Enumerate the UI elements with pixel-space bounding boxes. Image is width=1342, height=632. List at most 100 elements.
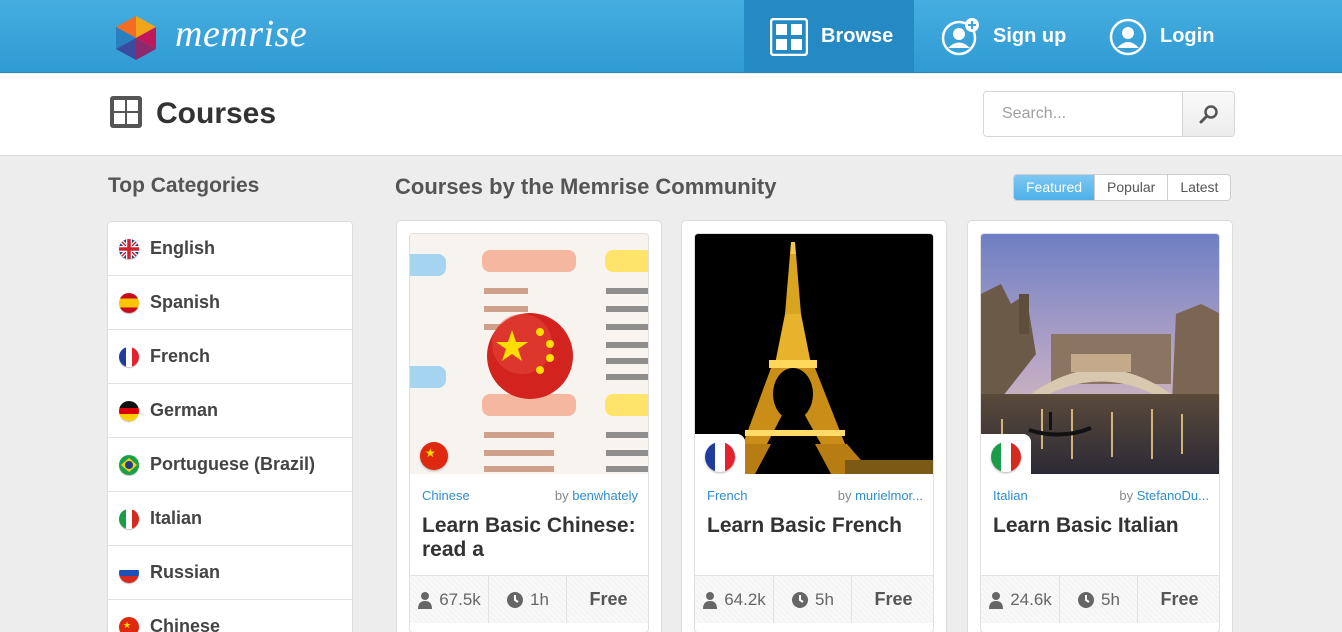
person-icon (418, 591, 433, 609)
sidebar-item-label: Italian (150, 508, 203, 528)
course-duration: 5h (1060, 576, 1138, 623)
grid-icon (770, 17, 808, 56)
svg-text:★: ★ (425, 446, 436, 460)
sidebar-title: Top Categories (108, 174, 260, 197)
search-input[interactable] (984, 92, 1183, 136)
course-stats: 67.5k 1h Free (410, 575, 648, 623)
course-duration-value: 1h (530, 589, 549, 609)
sidebar-item-label: Portuguese (Brazil) (150, 454, 316, 474)
china-flag-icon: ★ (119, 616, 139, 632)
course-card-body: Italian by StefanoDu... Learn Basic Ital… (980, 233, 1220, 632)
nav-browse[interactable]: Browse (744, 0, 914, 73)
author-link[interactable]: StefanoDu... (1137, 488, 1209, 503)
learner-count-value: 67.5k (439, 589, 481, 609)
italy-flag-icon (119, 508, 139, 529)
sidebar-item-italian[interactable]: Italian (108, 492, 352, 546)
search-box (983, 91, 1235, 137)
svg-text:★: ★ (123, 621, 131, 631)
course-title[interactable]: Learn Basic Italian (993, 514, 1209, 538)
course-price: Free (1160, 589, 1199, 609)
sidebar-item-chinese[interactable]: ★ Chinese (108, 600, 352, 632)
person-icon (989, 591, 1004, 609)
course-card-french[interactable]: French by murielmor... Learn Basic Frenc… (681, 220, 947, 632)
nav-signup-label: Sign up (993, 25, 1067, 47)
course-duration-value: 5h (1101, 589, 1120, 609)
course-flag-badge (695, 434, 745, 474)
course-duration: 1h (489, 576, 567, 623)
course-duration-value: 5h (815, 589, 834, 609)
person-icon (703, 591, 718, 609)
brazil-flag-icon (119, 454, 139, 475)
course-meta: Chinese by benwhately (422, 488, 638, 503)
uk-flag-icon (119, 238, 139, 259)
course-author: by benwhately (555, 488, 638, 503)
china-flag-icon: ★ (420, 442, 448, 470)
courses-grid-icon (110, 96, 142, 128)
clock-icon (1078, 591, 1095, 608)
top-navigation-bar: memrise Browse Sign up Login (0, 0, 1342, 73)
tab-latest[interactable]: Latest (1167, 175, 1230, 200)
course-meta: Italian by StefanoDu... (993, 488, 1209, 503)
clock-icon (507, 591, 524, 608)
add-user-icon (941, 17, 979, 55)
learner-count-value: 64.2k (724, 589, 766, 609)
sidebar-item-french[interactable]: French (108, 330, 352, 384)
page-title: Courses (156, 97, 277, 130)
search-button[interactable] (1182, 92, 1234, 136)
course-category-link[interactable]: Chinese (422, 488, 470, 503)
course-flag-badge: ★ (410, 434, 460, 474)
sidebar-item-russian[interactable]: Russian (108, 546, 352, 600)
sidebar-item-label: Spanish (150, 292, 221, 312)
nav-signup[interactable]: Sign up (940, 0, 1066, 73)
russia-flag-icon (119, 562, 139, 583)
nav-login[interactable]: Login (1109, 0, 1214, 73)
course-meta: French by murielmor... (707, 488, 923, 503)
user-icon (1109, 18, 1147, 55)
author-link[interactable]: benwhately (572, 488, 638, 503)
course-category-link[interactable]: Italian (993, 488, 1028, 503)
course-duration: 5h (774, 576, 852, 623)
nav-login-label: Login (1160, 25, 1215, 47)
germany-flag-icon (119, 400, 139, 421)
course-author: by StefanoDu... (1119, 488, 1209, 503)
course-title[interactable]: Learn Basic Chinese: read a (422, 514, 638, 562)
course-flag-badge (981, 434, 1031, 474)
tab-popular[interactable]: Popular (1094, 175, 1167, 200)
course-card-italian[interactable]: Italian by StefanoDu... Learn Basic Ital… (967, 220, 1233, 632)
course-card-body: ★ Chinese by benwhately Learn Basic Chin… (409, 233, 649, 632)
memrise-logo-icon[interactable] (113, 14, 159, 60)
sidebar-item-spanish[interactable]: Spanish (108, 276, 352, 330)
by-label: by (1119, 488, 1134, 503)
sidebar-item-english[interactable]: English (108, 222, 352, 276)
page-header: Courses (0, 74, 1342, 156)
course-filter-tabs: Featured Popular Latest (1013, 174, 1232, 201)
nav-browse-label: Browse (821, 25, 894, 47)
sidebar-item-german[interactable]: German (108, 384, 352, 438)
author-link[interactable]: murielmor... (855, 488, 923, 503)
category-list: English Spanish French German Portuguese… (107, 221, 353, 632)
tab-featured[interactable]: Featured (1014, 175, 1095, 200)
course-title[interactable]: Learn Basic French (707, 514, 923, 538)
learner-count: 64.2k (695, 576, 774, 623)
france-flag-icon (705, 442, 735, 472)
by-label: by (554, 488, 569, 503)
sidebar-item-label: French (150, 346, 211, 366)
spain-flag-icon (119, 292, 139, 313)
course-price: Free (874, 589, 913, 609)
france-flag-icon (119, 346, 139, 367)
course-card-chinese[interactable]: ★ Chinese by benwhately Learn Basic Chin… (396, 220, 662, 632)
course-author: by murielmor... (838, 488, 923, 503)
sidebar-item-label: Chinese (150, 616, 221, 632)
learner-count-value: 24.6k (1010, 589, 1052, 609)
sidebar-item-label: Russian (150, 562, 221, 582)
brand-wordmark[interactable]: memrise (175, 12, 307, 56)
sidebar-item-label: English (150, 238, 216, 258)
course-category-link[interactable]: French (707, 488, 747, 503)
course-stats: 24.6k 5h Free (981, 575, 1219, 623)
sidebar-item-portuguese-brazil[interactable]: Portuguese (Brazil) (108, 438, 352, 492)
sidebar-item-label: German (150, 400, 219, 420)
italy-flag-icon (991, 442, 1021, 472)
search-icon (1199, 105, 1218, 124)
course-price: Free (589, 589, 628, 609)
course-card-body: French by murielmor... Learn Basic Frenc… (694, 233, 934, 632)
